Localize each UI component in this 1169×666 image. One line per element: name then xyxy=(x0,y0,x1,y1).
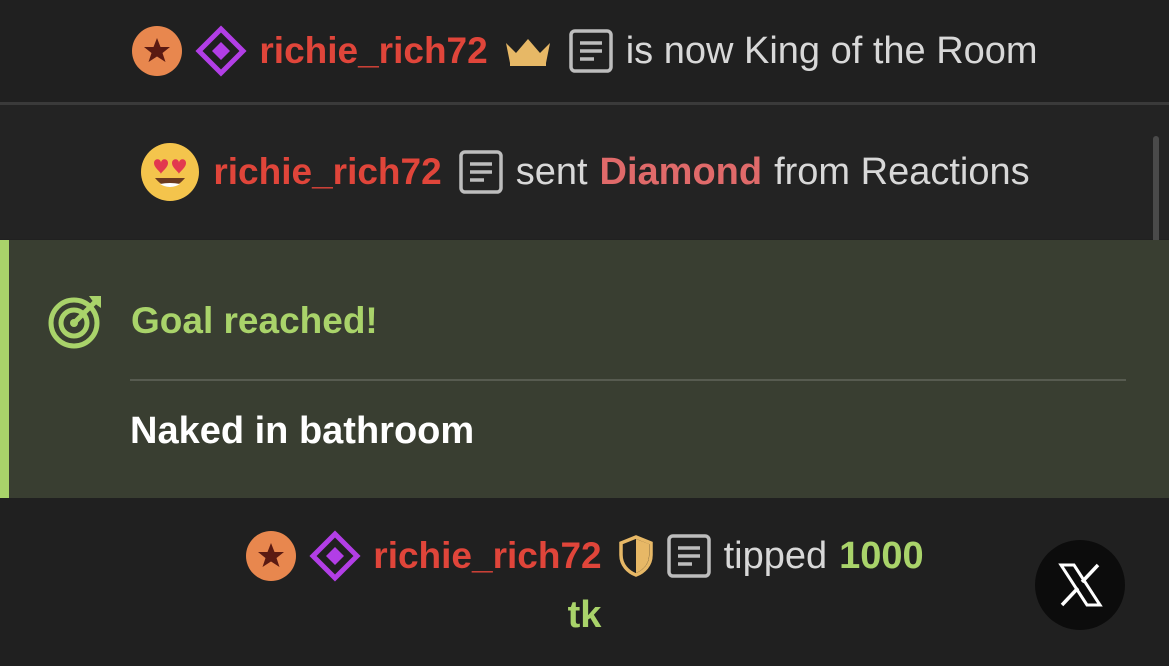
notes-icon[interactable] xyxy=(666,533,712,579)
diamond-badge-icon xyxy=(309,530,361,582)
goal-divider xyxy=(130,379,1126,381)
username-link[interactable]: richie_rich72 xyxy=(259,30,487,72)
notes-icon[interactable] xyxy=(568,28,614,74)
king-message: richie_rich72 is now King of the Room xyxy=(0,0,1169,102)
reaction-text-after: from Reactions xyxy=(774,150,1030,193)
x-logo-icon xyxy=(1056,561,1104,609)
crown-icon xyxy=(504,35,552,67)
target-icon xyxy=(47,292,105,350)
goal-title: Goal reached! xyxy=(131,300,378,341)
king-message-text: is now King of the Room xyxy=(625,29,1038,72)
notes-icon[interactable] xyxy=(458,149,504,195)
goal-header: Goal reached! xyxy=(47,292,378,350)
goal-description: Naked in bathroom xyxy=(130,410,475,452)
reaction-text-before: sent xyxy=(515,150,588,193)
heart-eyes-emoji-icon xyxy=(139,141,201,203)
star-badge-icon xyxy=(245,530,297,582)
reaction-item: Diamond xyxy=(599,150,763,193)
username-link[interactable]: richie_rich72 xyxy=(373,535,601,577)
tip-unit: tk xyxy=(567,594,602,636)
star-badge-icon xyxy=(131,25,183,77)
tip-message: richie_rich72 tipped 1000 tk xyxy=(0,500,1169,666)
tip-line: richie_rich72 tipped 1000 xyxy=(0,530,1169,582)
reaction-message: richie_rich72 sent Diamond from Reaction… xyxy=(0,105,1169,239)
x-logo-button[interactable] xyxy=(1035,540,1125,630)
tip-amount: 1000 xyxy=(839,534,924,577)
username-link[interactable]: richie_rich72 xyxy=(213,151,441,193)
diamond-badge-icon xyxy=(195,25,247,77)
chat-feed: richie_rich72 is now King of the Room ri… xyxy=(0,0,1169,666)
shield-icon xyxy=(618,535,654,577)
tip-text: tipped xyxy=(723,534,828,577)
goal-reached-card: Goal reached! Naked in bathroom xyxy=(0,240,1169,498)
